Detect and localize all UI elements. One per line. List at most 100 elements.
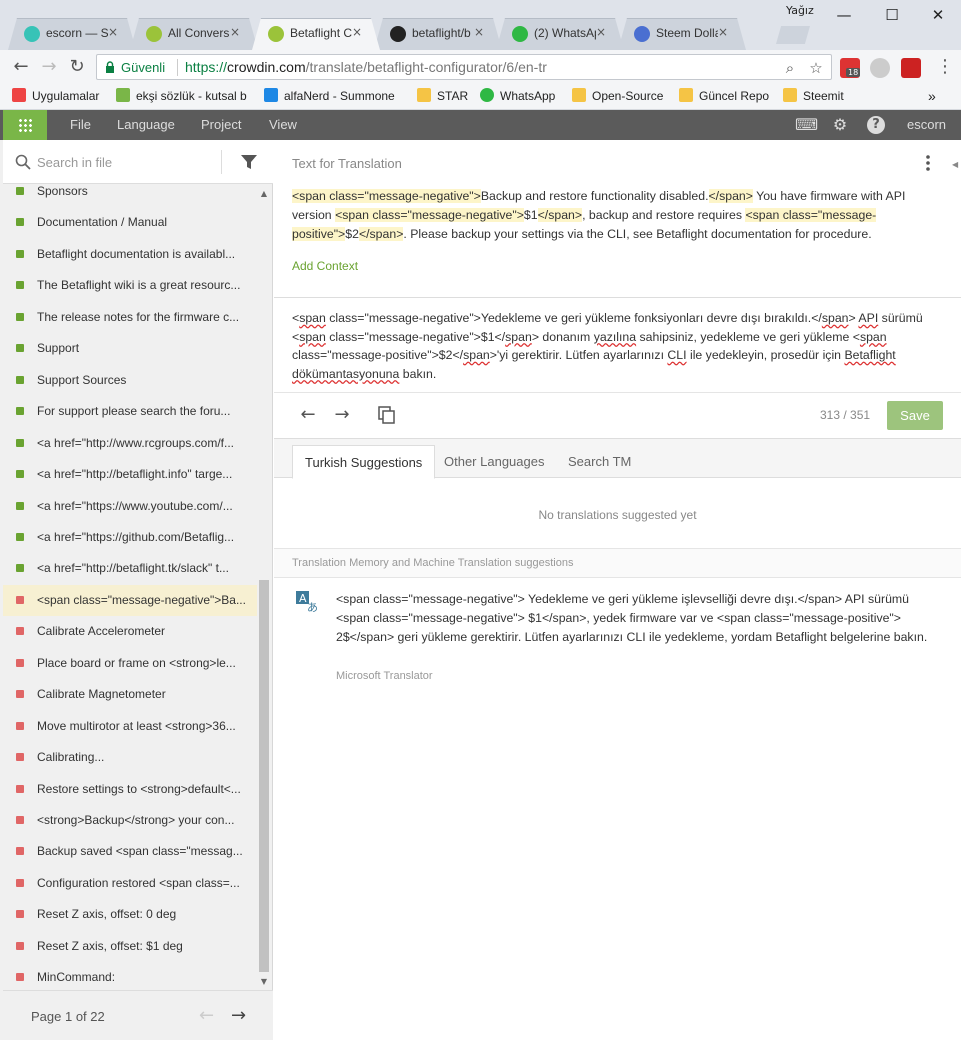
tab-close-icon[interactable]: × xyxy=(230,25,240,39)
browser-tab[interactable]: (2) WhatsAp × xyxy=(496,18,624,50)
string-list-item[interactable]: Configuration restored <span class=... xyxy=(3,868,257,899)
gear-icon[interactable]: ⚙ xyxy=(831,116,849,134)
bookmark-label: STAR xyxy=(437,89,469,103)
string-label: <strong>Backup</strong> your con... xyxy=(37,813,235,827)
string-list-item[interactable]: Move multirotor at least <strong>36... xyxy=(3,711,257,742)
extension-wordpress-icon[interactable] xyxy=(870,58,890,78)
folder-icon xyxy=(783,88,797,102)
browser-tab[interactable]: All Convers × xyxy=(130,18,258,50)
reload-icon[interactable]: ↻ xyxy=(66,56,88,78)
tab-turkish-suggestions[interactable]: Turkish Suggestions xyxy=(292,445,436,479)
string-list-item[interactable]: Restore settings to <strong>default<... xyxy=(3,774,257,805)
app-header: File Language Project View ⌨ ⚙ ? escorn xyxy=(0,110,961,140)
zoom-icon[interactable]: ⌕ xyxy=(781,59,799,77)
next-string-icon[interactable]: → xyxy=(332,405,352,425)
tab-other-languages[interactable]: Other Languages xyxy=(432,445,556,479)
bookmark-item[interactable]: Steemit xyxy=(783,88,844,106)
extension-adblock-icon[interactable]: 18 xyxy=(840,58,861,78)
string-list-item[interactable]: <a href="http://betaflight.tk/slack" t..… xyxy=(3,553,257,584)
string-list-item[interactable]: <strong>Backup</strong> your con... xyxy=(3,805,257,836)
filter-icon[interactable] xyxy=(241,154,257,170)
tab-close-icon[interactable]: × xyxy=(596,25,606,39)
string-list-item[interactable]: Support xyxy=(3,333,257,364)
scroll-up-icon[interactable]: ▲ xyxy=(260,190,268,198)
copy-source-icon[interactable] xyxy=(376,405,396,425)
string-list-item[interactable]: Calibrate Magnetometer xyxy=(3,679,257,710)
close-window-button[interactable]: ✕ xyxy=(928,6,948,26)
add-context-link[interactable]: Add Context xyxy=(292,259,358,273)
bookmark-item[interactable]: Uygulamalar xyxy=(12,88,99,106)
apps-menu-button[interactable] xyxy=(3,110,47,140)
browser-tab[interactable]: escorn — St × xyxy=(8,18,136,50)
menu-language[interactable]: Language xyxy=(117,117,175,132)
string-list-item[interactable]: The release notes for the firmware c... xyxy=(3,302,257,333)
string-list-item[interactable]: <span class="message-negative">Ba... xyxy=(3,584,257,616)
bookmark-label: Open-Source xyxy=(592,89,664,103)
tab-close-icon[interactable]: × xyxy=(108,25,118,39)
bookmarks-overflow-icon[interactable]: » xyxy=(928,88,936,106)
machine-translation-suggestion[interactable]: <span class="message-negative"> Yedeklem… xyxy=(336,590,946,647)
string-list-item[interactable]: Reset Z axis, offset: 0 deg xyxy=(3,899,257,930)
bookmark-item[interactable]: ekşi sözlük - kutsal b xyxy=(116,88,247,106)
forward-icon[interactable]: → xyxy=(38,56,60,78)
save-button[interactable]: Save xyxy=(887,401,943,430)
menu-view[interactable]: View xyxy=(269,117,297,132)
string-label: <a href="http://betaflight.tk/slack" t..… xyxy=(37,561,229,576)
search-input[interactable]: Search in file xyxy=(37,155,112,170)
string-list-item[interactable]: <a href="http://www.rcgroups.com/f... xyxy=(3,428,257,459)
sidebar-scrollbar[interactable]: ▲ ▼ xyxy=(257,184,271,990)
extension-lastpass-icon[interactable] xyxy=(901,58,921,78)
string-list-item[interactable]: <a href="http://betaflight.info" targe..… xyxy=(3,459,257,490)
profile-name[interactable]: Yağız xyxy=(786,4,814,17)
bookmark-item[interactable]: WhatsApp xyxy=(480,88,555,106)
bookmark-star-icon[interactable]: ☆ xyxy=(807,59,825,77)
previous-string-icon[interactable]: ← xyxy=(298,405,318,425)
scroll-down-icon[interactable]: ▼ xyxy=(260,978,268,986)
string-list-item[interactable]: Calibrate Accelerometer xyxy=(3,616,257,647)
browser-tab[interactable]: Steem Dolla × xyxy=(618,18,746,50)
user-menu[interactable]: escorn xyxy=(907,117,946,132)
help-icon[interactable]: ? xyxy=(867,116,885,134)
bookmark-item[interactable]: STAR xyxy=(417,88,468,106)
browser-tab[interactable]: Betaflight C × xyxy=(252,18,380,50)
keyboard-icon[interactable]: ⌨ xyxy=(795,116,818,134)
next-page-icon[interactable]: → xyxy=(231,1005,246,1026)
string-list-item[interactable]: Documentation / Manual xyxy=(3,207,257,238)
bookmark-item[interactable]: Güncel Repo xyxy=(679,88,769,106)
menu-file[interactable]: File xyxy=(70,117,91,132)
collapse-panel-icon[interactable]: ◀ xyxy=(952,160,958,169)
string-list-item[interactable]: MinCommand: xyxy=(3,962,257,990)
tab-close-icon[interactable]: × xyxy=(718,25,728,39)
more-options-icon[interactable] xyxy=(922,154,934,172)
string-list-item[interactable]: <a href="https://github.com/Betaflig... xyxy=(3,522,257,553)
minimize-button[interactable]: — xyxy=(834,6,854,26)
bookmark-label: Uygulamalar xyxy=(32,89,100,103)
string-list-item[interactable]: The Betaflight wiki is a great resourc..… xyxy=(3,270,257,301)
string-list-item[interactable]: Backup saved <span class="messag... xyxy=(3,836,257,867)
back-icon[interactable]: ← xyxy=(10,56,32,78)
string-list-item[interactable]: For support please search the foru... xyxy=(3,396,257,427)
browser-tab[interactable]: betaflight/b × xyxy=(374,18,502,50)
tab-close-icon[interactable]: × xyxy=(474,25,484,39)
chrome-menu-icon[interactable]: ⋮ xyxy=(934,56,956,78)
string-list-item[interactable]: Sponsors xyxy=(3,184,257,207)
browser-titlebar: escorn — St × All Convers × Betaflight C × bet… xyxy=(0,0,961,50)
string-list-item[interactable]: Betaflight documentation is availabl... xyxy=(3,239,257,270)
string-list-item[interactable]: Place board or frame on <strong>le... xyxy=(3,648,257,679)
string-list-item[interactable]: Reset Z axis, offset: $1 deg xyxy=(3,931,257,962)
new-tab-button[interactable] xyxy=(776,26,810,44)
maximize-button[interactable]: ☐ xyxy=(882,6,902,26)
bookmark-item[interactable]: Open-Source xyxy=(572,88,663,106)
string-list-item[interactable]: <a href="https://www.youtube.com/... xyxy=(3,491,257,522)
prev-page-icon[interactable]: ← xyxy=(199,1005,214,1026)
translation-textarea[interactable]: <span class="message-negative">Yedekleme… xyxy=(292,309,940,383)
menu-project[interactable]: Project xyxy=(201,117,241,132)
url-text[interactable]: https://crowdin.com/translate/betaflight… xyxy=(185,59,547,75)
string-list-item[interactable]: Support Sources xyxy=(3,365,257,396)
address-bar[interactable]: Güvenli https://crowdin.com/translate/be… xyxy=(96,54,832,80)
string-list-item[interactable]: Calibrating... xyxy=(3,742,257,773)
tab-search-tm[interactable]: Search TM xyxy=(556,445,643,479)
scrollbar-thumb[interactable] xyxy=(259,580,269,972)
bookmark-item[interactable]: alfaNerd - Summone xyxy=(264,88,395,106)
tab-close-icon[interactable]: × xyxy=(352,25,362,39)
